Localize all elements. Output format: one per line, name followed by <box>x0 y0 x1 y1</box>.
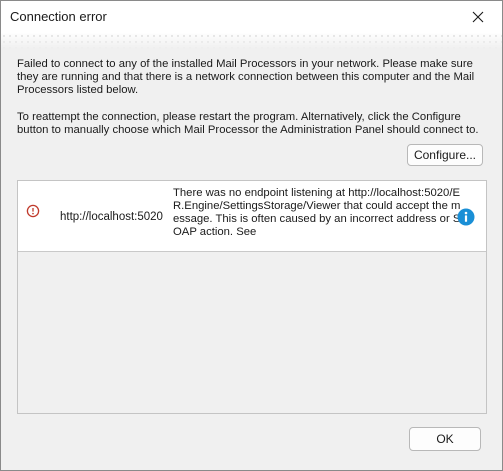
title-bar: Connection error <box>1 1 502 33</box>
retry-instructions: To reattempt the connection, please rest… <box>17 111 479 136</box>
configure-button[interactable]: Configure... <box>407 144 483 166</box>
mail-processor-list[interactable]: http://localhost:5020 There was no endpo… <box>17 180 487 414</box>
window-title: Connection error <box>10 9 107 24</box>
ok-button[interactable]: OK <box>409 427 481 451</box>
close-button[interactable] <box>458 1 498 33</box>
error-circle-icon <box>26 204 40 218</box>
processor-url: http://localhost:5020 <box>60 211 163 223</box>
close-icon <box>472 11 484 23</box>
connection-error-dialog: Connection error Failed to connect to an… <box>0 0 503 471</box>
processor-error-message: There was no endpoint listening at http:… <box>173 187 461 238</box>
info-icon[interactable] <box>457 208 475 226</box>
dialog-content: Failed to connect to any of the installe… <box>1 33 502 470</box>
error-description: Failed to connect to any of the installe… <box>17 58 475 96</box>
list-item[interactable]: http://localhost:5020 There was no endpo… <box>18 181 486 252</box>
